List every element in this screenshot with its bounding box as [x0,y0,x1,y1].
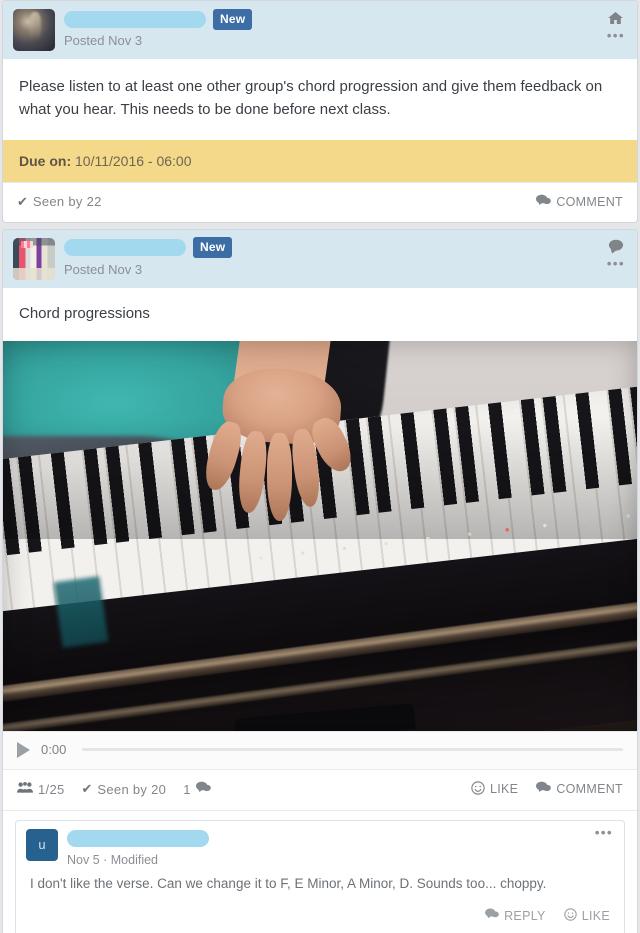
like-label: LIKE [581,908,610,923]
group-count: 1/25 [38,781,65,797]
piano-side-reflection [53,575,109,648]
check-icon: ✔ [81,781,93,797]
post-header-actions: ••• [607,10,625,42]
play-icon[interactable] [17,741,30,758]
post-header-actions: ••• [607,239,625,270]
seen-by-status: ✔ Seen by 22 [17,194,102,210]
like-button[interactable]: LIKE [471,781,518,798]
comment-label: COMMENT [556,782,623,797]
comments-section: u Nov 5 · Modified ••• I don't like the … [3,809,637,933]
new-badge: New [213,8,253,30]
reply-label: REPLY [504,908,546,923]
comment-item: u Nov 5 · Modified ••• I don't like the … [15,819,625,933]
home-icon[interactable] [607,10,624,26]
like-label: LIKE [490,782,519,797]
post-header: New Posted Nov 3 ••• [3,229,637,288]
seen-by-status: ✔ Seen by 20 [82,781,167,797]
comment-body-text: I don't like the verse. Can we change it… [30,875,547,891]
user-photo-avatar[interactable] [13,9,55,51]
player-hand [199,340,367,521]
comment-button[interactable]: COMMENT [536,194,623,210]
author-name-row: New [64,237,627,258]
due-date-banner: Due on: 10/11/2016 - 06:00 [3,139,637,182]
post-body-text: Chord progressions [19,304,150,322]
comment-bubble-icon [195,781,211,797]
redacted-author-name [67,829,209,847]
group-progress[interactable]: 1/25 [17,781,65,797]
new-badge: New [193,237,233,258]
check-icon: ✔ [17,193,28,209]
post-author-meta: New Posted Nov 3 [64,8,627,48]
smiley-like-icon [471,781,485,798]
seen-by-label: Seen by 22 [32,194,102,209]
playback-progress-bar[interactable] [82,748,623,752]
post-card-assignment: New Posted Nov 3 ••• Please listen to at… [2,0,638,223]
comment-count: 1 [183,781,191,797]
avatar[interactable]: u [26,828,58,861]
due-label: Due on: [19,152,72,169]
due-value: 10/11/2016 - 06:00 [75,152,192,169]
post-stats-left: 1/25 ✔ Seen by 20 1 [17,781,211,797]
collage-photo-avatar[interactable] [13,237,55,280]
post-footer-left: ✔ Seen by 22 [17,194,102,210]
video-thumbnail[interactable] [3,340,637,731]
playback-time: 0:00 [41,742,67,758]
comment-author-meta: Nov 5 · Modified [67,829,209,867]
post-actions: LIKE COMMENT [471,781,623,798]
redacted-author-name [64,10,206,28]
finger [267,432,292,521]
comment-action-row: REPLY LIKE [16,904,624,933]
comment-timestamp: Nov 5 · Modified [67,852,159,867]
smiley-like-icon [563,907,577,924]
media-player-controls: 0:00 [3,730,637,769]
comment-bubble-icon[interactable] [607,239,625,254]
activity-feed: New Posted Nov 3 ••• Please listen to at… [0,0,640,933]
comment-header: u Nov 5 · Modified ••• [16,821,624,873]
post-header: New Posted Nov 3 ••• [3,1,637,59]
more-options-icon[interactable]: ••• [607,257,625,270]
redacted-author-name [64,239,186,256]
more-options-icon[interactable]: ••• [595,826,613,839]
post-footer-right: COMMENT [536,194,623,210]
post-timestamp: Posted Nov 3 [64,33,143,48]
seen-by-label: Seen by 20 [97,781,167,797]
comment-bubble-icon [485,908,499,923]
comment-label: COMMENT [556,194,623,209]
reply-button[interactable]: REPLY [485,908,546,924]
comment-button[interactable]: COMMENT [536,781,623,797]
post-stats-row: 1/25 ✔ Seen by 20 1 LIKE COMMENT [3,768,637,810]
group-people-icon [17,781,33,797]
comment-count-item[interactable]: 1 [183,781,211,797]
post-card-media: New Posted Nov 3 ••• Chord progressions [2,228,638,933]
author-name-row: New [64,8,627,30]
post-body-text: Please listen to at least one other grou… [19,78,603,119]
comment-bubble-icon [536,781,552,797]
post-footer: ✔ Seen by 22 COMMENT [3,181,637,222]
post-author-meta: New Posted Nov 3 [64,237,627,277]
like-button[interactable]: LIKE [563,907,610,924]
more-options-icon[interactable]: ••• [607,29,625,42]
comment-bubble-icon [536,194,552,210]
post-timestamp: Posted Nov 3 [64,261,143,277]
